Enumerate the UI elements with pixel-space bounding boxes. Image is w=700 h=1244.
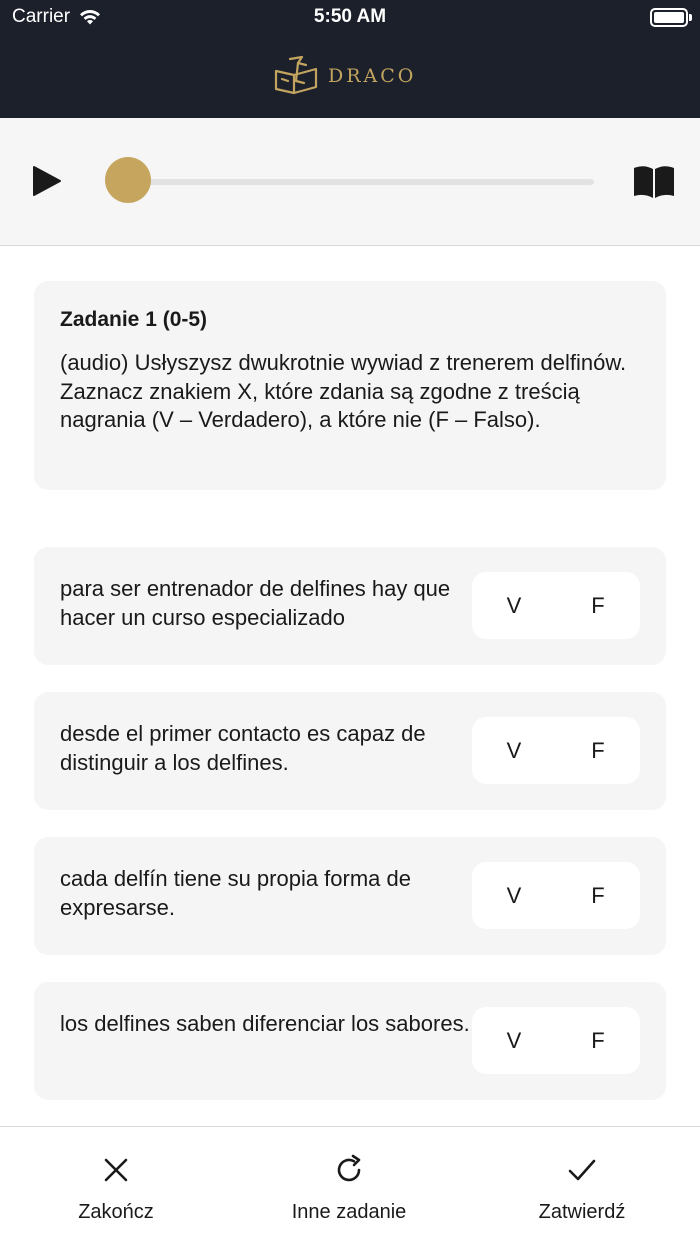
option-true-button[interactable]: V [472, 572, 556, 639]
true-false-selector: V F [472, 717, 640, 784]
option-true-button[interactable]: V [472, 862, 556, 929]
battery-icon [650, 8, 692, 27]
confirm-button[interactable]: Zatwierdź [482, 1153, 682, 1224]
question-card: desde el primer contacto es capaz de dis… [34, 692, 666, 810]
question-card: para ser entrenador de delfines hay que … [34, 547, 666, 665]
status-time: 5:50 AM [313, 6, 387, 27]
true-false-selector: V F [472, 862, 640, 929]
option-false-button[interactable]: F [556, 862, 640, 929]
option-true-button[interactable]: V [472, 717, 556, 784]
logo-wordmark: DRACO [328, 65, 417, 87]
audio-progress-track[interactable] [128, 179, 594, 185]
bottom-action-bar: Zakończ Inne zadanie Zatwierdź [0, 1126, 700, 1244]
checkmark-icon [568, 1159, 596, 1181]
audio-progress-thumb[interactable] [105, 157, 151, 203]
task-instruction: (audio) Usłyszysz dwukrotnie wywiad z tr… [60, 350, 627, 432]
finish-label: Zakończ [78, 1201, 154, 1223]
option-false-button[interactable]: F [556, 572, 640, 639]
question-text: desde el primer contacto es capaz de dis… [60, 721, 426, 775]
option-false-button[interactable]: F [556, 1007, 640, 1074]
option-true-button[interactable]: V [472, 1007, 556, 1074]
dragon-logo-icon [274, 55, 318, 95]
audio-player [0, 118, 700, 246]
question-text: los delfines saben diferenciar los sabor… [60, 1011, 470, 1036]
true-false-selector: V F [472, 572, 640, 639]
question-text: para ser entrenador de delfines hay que … [60, 576, 451, 630]
close-icon [104, 1158, 128, 1182]
other-task-label: Inne zadanie [291, 1201, 407, 1223]
draco-logo: DRACO [272, 52, 432, 100]
task-card: Zadanie 1 (0-5) (audio) Usłyszysz dwukro… [34, 281, 666, 490]
task-title: Zadanie 1 (0-5) [60, 308, 208, 331]
play-icon[interactable] [30, 164, 64, 198]
refresh-icon [337, 1154, 361, 1182]
other-task-button[interactable]: Inne zadanie [249, 1153, 449, 1224]
question-card: los delfines saben diferenciar los sabor… [34, 982, 666, 1100]
app-header: Carrier 5:50 AM DRACO [0, 0, 700, 118]
confirm-label: Zatwierdź [538, 1201, 626, 1223]
option-false-button[interactable]: F [556, 717, 640, 784]
true-false-selector: V F [472, 1007, 640, 1074]
question-text: cada delfín tiene su propia forma de exp… [60, 866, 412, 920]
status-bar: Carrier 5:50 AM [0, 0, 700, 36]
book-icon[interactable] [632, 164, 676, 200]
finish-button[interactable]: Zakończ [16, 1153, 216, 1224]
question-card: cada delfín tiene su propia forma de exp… [34, 837, 666, 955]
